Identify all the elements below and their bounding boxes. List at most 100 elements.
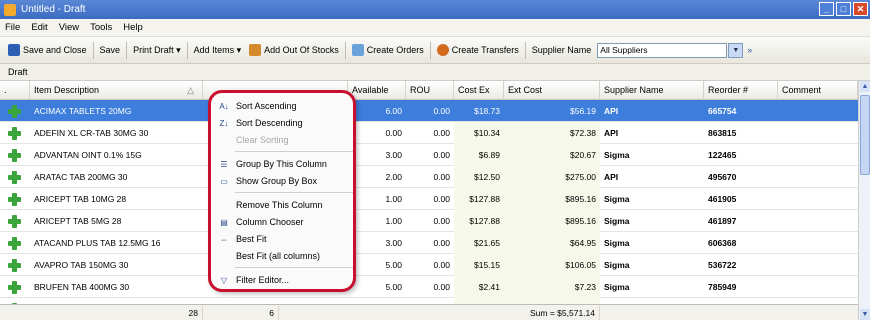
add-icon[interactable] xyxy=(8,236,21,250)
cell-available[interactable]: 6.00 xyxy=(348,100,406,122)
column-header-reorder[interactable]: Reorder # xyxy=(704,81,778,100)
toolbar-overflow-icon[interactable]: » xyxy=(743,40,756,60)
chevron-down-icon[interactable]: ▼ xyxy=(728,42,744,58)
column-header-cost-ex[interactable]: Cost Ex xyxy=(454,81,504,100)
table-row[interactable]: ARICEPT TAB 5MG 28 1.00 0.00 $127.88 $895.16… xyxy=(0,210,858,232)
cell-supplier-name[interactable]: Sigma xyxy=(600,188,704,210)
cell-rou[interactable]: 0.00 xyxy=(406,122,454,144)
cell-cost-ex[interactable]: $127.88 xyxy=(454,210,504,232)
cell-supplier-name[interactable]: Sigma xyxy=(600,232,704,254)
cell-available[interactable]: 5.00 xyxy=(348,254,406,276)
add-icon[interactable] xyxy=(8,104,21,118)
table-row[interactable]: ARATAC TAB 200MG 30 2.00 0.00 $12.50 $275.00… xyxy=(0,166,858,188)
cell-comment[interactable] xyxy=(778,122,858,144)
cell-reorder[interactable]: 863815 xyxy=(704,122,778,144)
cell-rou[interactable]: 0.00 xyxy=(406,144,454,166)
menu-best-fit-all[interactable]: Best Fit (all columns) xyxy=(217,248,320,264)
cell-comment[interactable] xyxy=(778,188,858,210)
cell-rou[interactable]: 0.00 xyxy=(406,232,454,254)
cell-supplier-name[interactable]: Sigma xyxy=(600,276,704,298)
table-row[interactable]: ACIMAX TABLETS 20MG 6.00 0.00 $18.73 $56.19 A… xyxy=(0,100,858,122)
cell-reorder[interactable]: 785949 xyxy=(704,276,778,298)
add-out-of-stocks-button[interactable]: Add Out Of Stocks xyxy=(245,40,343,60)
cell-comment[interactable] xyxy=(778,254,858,276)
cell-available[interactable]: 2.00 xyxy=(348,166,406,188)
cell-item-description[interactable]: ARICEPT TAB 10MG 28 xyxy=(30,188,203,210)
row-indicator[interactable] xyxy=(4,144,28,166)
scroll-up-icon[interactable]: ▲ xyxy=(860,81,870,92)
cell-available[interactable]: 5.00 xyxy=(348,276,406,298)
cell-ext-cost[interactable]: $895.16 xyxy=(504,210,600,232)
cell-item-description[interactable]: ARATAC TAB 200MG 30 xyxy=(30,166,203,188)
scrollbar-thumb[interactable] xyxy=(860,95,870,175)
cell-reorder[interactable]: 122465 xyxy=(704,144,778,166)
cell-supplier-name[interactable]: API xyxy=(600,166,704,188)
cell-reorder[interactable]: 461897 xyxy=(704,210,778,232)
cell-item-description[interactable]: AVAPRO TAB 150MG 30 xyxy=(30,254,203,276)
vertical-scrollbar[interactable]: ▲ ▼ xyxy=(858,81,870,320)
menu-view[interactable]: View xyxy=(59,22,79,33)
cell-rou[interactable]: 0.00 xyxy=(406,254,454,276)
menu-edit[interactable]: Edit xyxy=(31,22,47,33)
row-indicator[interactable] xyxy=(4,254,28,276)
menu-clear-sorting[interactable]: Clear Sorting xyxy=(217,132,289,148)
menu-show-group-by-box[interactable]: ▭ Show Group By Box xyxy=(217,173,317,189)
menu-best-fit[interactable]: ⇔ Best Fit xyxy=(217,231,267,247)
cell-comment[interactable] xyxy=(778,232,858,254)
menu-sort-ascending[interactable]: A↓ Sort Ascending xyxy=(217,98,296,114)
table-row[interactable]: ARICEPT TAB 10MG 28 1.00 0.00 $127.88 $895.1… xyxy=(0,188,858,210)
cell-cost-ex[interactable]: $2.41 xyxy=(454,276,504,298)
column-header-indicator[interactable]: . xyxy=(0,81,30,100)
cell-rou[interactable]: 0.00 xyxy=(406,100,454,122)
column-header-supplier-name[interactable]: Supplier Name xyxy=(600,81,704,100)
cell-item-description[interactable]: ADVANTAN OINT 0.1% 15G xyxy=(30,144,203,166)
table-row[interactable]: ADEFIN XL CR-TAB 30MG 30 0.00 0.00 $10.34 $7… xyxy=(0,122,858,144)
row-indicator[interactable] xyxy=(4,122,28,144)
table-row[interactable]: BRUFEN TAB 400MG 30 5.00 0.00 $2.41 $7.23 Sig… xyxy=(0,276,858,298)
table-row[interactable]: ATACAND PLUS TAB 12.5MG 16 3.00 0.00 $21.65… xyxy=(0,232,858,254)
create-orders-button[interactable]: Create Orders xyxy=(348,40,428,60)
cell-available[interactable]: 3.00 xyxy=(348,144,406,166)
cell-rou[interactable]: 0.00 xyxy=(406,188,454,210)
row-indicator[interactable] xyxy=(4,210,28,232)
add-icon[interactable] xyxy=(8,280,21,294)
cell-cost-ex[interactable]: $21.65 xyxy=(454,232,504,254)
cell-rou[interactable]: 0.00 xyxy=(406,166,454,188)
column-header-comment[interactable]: Comment xyxy=(778,81,858,100)
cell-supplier-name[interactable]: Sigma xyxy=(600,144,704,166)
add-icon[interactable] xyxy=(8,192,21,206)
cell-comment[interactable] xyxy=(778,276,858,298)
cell-supplier-name[interactable]: Sigma xyxy=(600,254,704,276)
add-icon[interactable] xyxy=(8,258,21,272)
menu-remove-column[interactable]: Remove This Column xyxy=(217,197,322,213)
cell-comment[interactable] xyxy=(778,100,858,122)
column-header-item-description[interactable]: Item Description △ xyxy=(30,81,203,100)
cell-cost-ex[interactable]: $15.15 xyxy=(454,254,504,276)
row-indicator[interactable] xyxy=(4,232,28,254)
menu-file[interactable]: File xyxy=(5,22,20,33)
cell-supplier-name[interactable]: API xyxy=(600,122,704,144)
add-items-button[interactable]: Add Items ▾ xyxy=(190,40,246,60)
cell-cost-ex[interactable]: $127.88 xyxy=(454,188,504,210)
cell-item-description[interactable]: ATACAND PLUS TAB 12.5MG 16 xyxy=(30,232,203,254)
save-close-button[interactable]: Save and Close xyxy=(4,40,91,60)
cell-ext-cost[interactable]: $895.16 xyxy=(504,188,600,210)
menu-help[interactable]: Help xyxy=(123,22,143,33)
cell-reorder[interactable]: 606368 xyxy=(704,232,778,254)
cell-cost-ex[interactable]: $6.89 xyxy=(454,144,504,166)
cell-ext-cost[interactable]: $7.23 xyxy=(504,276,600,298)
menu-column-chooser[interactable]: ▤ Column Chooser xyxy=(217,214,303,230)
row-indicator[interactable] xyxy=(4,166,28,188)
cell-reorder[interactable]: 495670 xyxy=(704,166,778,188)
table-row[interactable]: AVAPRO TAB 150MG 30 5.00 0.00 $15.15 $106.05… xyxy=(0,254,858,276)
scroll-down-icon[interactable]: ▼ xyxy=(860,309,870,320)
cell-item-description[interactable]: ACIMAX TABLETS 20MG xyxy=(30,100,203,122)
add-icon[interactable] xyxy=(8,148,21,162)
menu-group-by-column[interactable]: ☰ Group By This Column xyxy=(217,156,326,172)
cell-reorder[interactable]: 665754 xyxy=(704,100,778,122)
row-indicator[interactable] xyxy=(4,100,28,122)
cell-available[interactable]: 1.00 xyxy=(348,210,406,232)
cell-ext-cost[interactable]: $72.38 xyxy=(504,122,600,144)
cell-ext-cost[interactable]: $56.19 xyxy=(504,100,600,122)
cell-reorder[interactable]: 536722 xyxy=(704,254,778,276)
